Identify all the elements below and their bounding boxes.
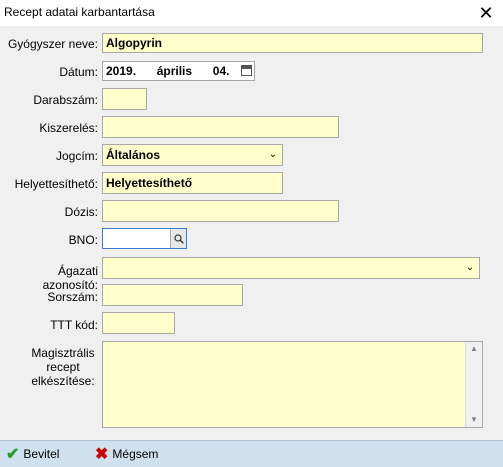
x-icon: ✖ — [95, 446, 109, 463]
bno-field[interactable] — [102, 228, 187, 249]
ok-button-label: Bevitel — [23, 447, 60, 461]
drug-name-value: Algopyrin — [106, 36, 162, 50]
substitutable-label: Helyettesíthető: — [14, 177, 98, 191]
drug-name-field[interactable]: Algopyrin — [102, 33, 483, 53]
sector-id-select[interactable]: ⌄ — [102, 257, 480, 279]
entitlement-value: Általános — [106, 148, 161, 162]
scroll-down-icon[interactable]: ▼ — [466, 413, 482, 427]
serial-field[interactable] — [102, 284, 243, 306]
calendar-icon[interactable] — [241, 65, 252, 76]
close-icon: ✕ — [478, 2, 494, 23]
packaging-field[interactable] — [102, 116, 339, 138]
ttt-code-label: TTT kód: — [50, 318, 98, 332]
button-bar: ✔ Bevitel ✖ Mégsem — [0, 440, 503, 467]
cancel-button[interactable]: ✖ Mégsem — [95, 445, 158, 463]
date-year[interactable]: 2019. — [106, 64, 136, 78]
bno-label: BNO: — [68, 233, 98, 247]
textarea-scrollbar[interactable]: ▲ ▼ — [465, 342, 482, 427]
date-picker[interactable]: 2019. április 04. — [102, 61, 255, 81]
date-label: Dátum: — [59, 65, 98, 79]
substitutable-field[interactable]: Helyettesíthető — [102, 172, 283, 194]
serial-label: Sorszám: — [47, 290, 98, 304]
drug-name-label: Gyógyszer neve: — [7, 37, 98, 51]
dose-field[interactable] — [102, 200, 339, 222]
quantity-field[interactable] — [102, 88, 147, 110]
ttt-code-field[interactable] — [102, 312, 175, 334]
search-icon[interactable] — [170, 229, 186, 248]
entitlement-select[interactable]: Általános ⌄ — [102, 144, 283, 166]
title-bar: Recept adatai karbantartása ✕ — [0, 0, 503, 26]
quantity-label: Darabszám: — [33, 93, 98, 107]
sector-id-label: Ágazati azonosító: — [42, 264, 98, 292]
chevron-down-icon[interactable]: ⌄ — [264, 145, 282, 165]
magistral-textarea[interactable]: ▲ ▼ — [102, 341, 483, 428]
date-month[interactable]: április — [157, 64, 192, 78]
check-icon: ✔ — [6, 446, 20, 463]
chevron-down-icon[interactable]: ⌄ — [461, 258, 479, 278]
magistral-label: Magisztrális recept elkészítése: — [31, 346, 95, 388]
ok-button[interactable]: ✔ Bevitel — [6, 445, 59, 463]
dose-label: Dózis: — [64, 205, 98, 219]
scroll-up-icon[interactable]: ▲ — [466, 342, 482, 356]
date-day[interactable]: 04. — [213, 64, 230, 78]
entitlement-label: Jogcím: — [55, 149, 98, 163]
cancel-button-label: Mégsem — [112, 447, 159, 461]
window-title: Recept adatai karbantartása — [4, 5, 155, 19]
close-button[interactable]: ✕ — [469, 0, 503, 26]
packaging-label: Kiszerelés: — [39, 121, 98, 135]
substitutable-value: Helyettesíthető — [106, 176, 193, 190]
